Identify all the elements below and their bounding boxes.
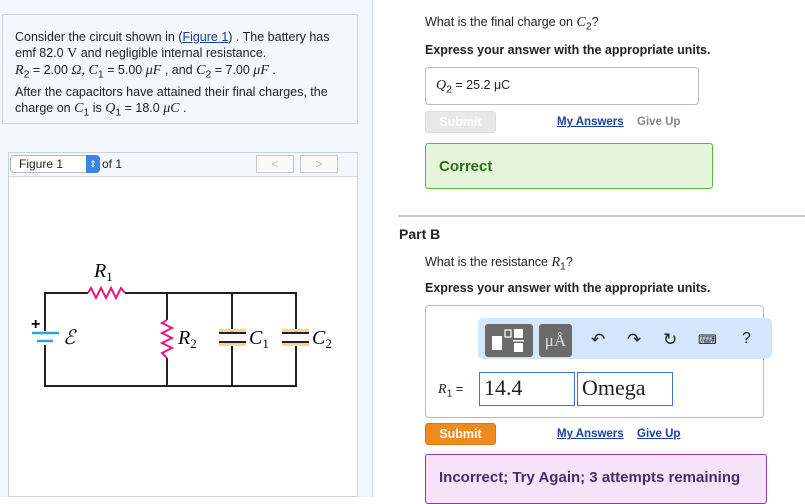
math-toolbar: μÅ ↶ ↷ ↻ ⌨ ?: [478, 318, 772, 359]
keyboard-icon[interactable]: ⌨: [698, 332, 717, 348]
part-a-answer: Q2 = 25.2 μC: [425, 67, 699, 105]
divider: [398, 215, 805, 217]
resistor-r2: [159, 319, 175, 359]
label-emf: ℰ: [63, 327, 77, 349]
answer-value: 25.2 μC: [466, 78, 511, 92]
give-up-link: Give Up: [637, 116, 681, 128]
text: ?: [565, 255, 573, 269]
part-b-instructions: Express your answer with the appropriate…: [425, 281, 711, 295]
text: Ω: [71, 63, 82, 78]
redo-icon[interactable]: ↷: [627, 330, 641, 350]
right-panel: What is the final charge on C2? Express …: [374, 0, 805, 504]
battery: [32, 331, 59, 343]
text: charge on: [15, 100, 75, 115]
text: = 5.00: [103, 63, 146, 77]
problem-statement: Consider the circuit shown in (Figure 1)…: [2, 14, 358, 124]
answer-label: R1 =: [438, 382, 463, 400]
label-r2: R2: [177, 327, 197, 351]
undo-icon[interactable]: ↶: [591, 330, 605, 350]
text: What is the final charge on: [425, 15, 577, 29]
left-panel: Consider the circuit shown in (Figure 1)…: [0, 0, 373, 497]
figure-count: of 1: [102, 157, 123, 171]
text: μC: [163, 100, 180, 116]
unit-input[interactable]: Omega: [577, 372, 673, 406]
resistor-r1: [87, 285, 126, 301]
text: = 2.00: [29, 63, 72, 77]
part-a-question: What is the final charge on C2?: [425, 15, 599, 33]
give-up-link[interactable]: Give Up: [637, 428, 680, 440]
figure-select[interactable]: Figure 1 ⇕: [10, 155, 100, 173]
figure-viewer: Figure 1 ⇕ of 1 < > R1 + ℰ R2 C1 C2: [8, 152, 358, 497]
text: = 18.0: [121, 100, 164, 115]
text: μF: [145, 63, 162, 78]
label-r1: R1: [93, 260, 113, 284]
part-a-instructions: Express your answer with the appropriate…: [425, 43, 711, 57]
text: =: [451, 78, 467, 92]
reset-icon[interactable]: ↻: [663, 330, 677, 350]
figure-toolbar: Figure 1 ⇕ of 1 < >: [9, 153, 357, 177]
figure-link[interactable]: Figure 1: [182, 30, 228, 44]
text: , C: [81, 63, 98, 78]
text: R: [551, 255, 561, 270]
chevron-updown-icon: ⇕: [86, 155, 100, 173]
fraction-template-icon: [492, 329, 524, 352]
label-c1: C1: [249, 327, 269, 351]
submit-button[interactable]: Submit: [425, 423, 496, 445]
units-button[interactable]: μÅ: [539, 324, 572, 357]
help-button[interactable]: ?: [742, 330, 751, 348]
text: V: [67, 46, 78, 61]
answer-editor: μÅ ↶ ↷ ↻ ⌨ ? R1 = 14.4 Omega: [425, 305, 772, 418]
text: and negligible internal resistance.: [77, 46, 267, 60]
text: .: [179, 100, 187, 115]
part-b-question: What is the resistance R1?: [425, 255, 573, 273]
text: μF: [253, 63, 269, 78]
capacitor-c1: [219, 329, 246, 346]
text: Q: [436, 78, 447, 93]
text: emf 82.0: [15, 46, 68, 60]
text: , and: [161, 63, 197, 77]
text: is: [89, 100, 106, 115]
text: .: [268, 63, 276, 77]
capacitor-c2: [282, 329, 309, 346]
prev-figure-button[interactable]: <: [256, 155, 294, 173]
value-input[interactable]: 14.4: [479, 372, 575, 406]
next-figure-button[interactable]: >: [300, 155, 338, 173]
text: C: [576, 15, 586, 30]
templates-button[interactable]: [485, 324, 533, 357]
text: Figure 1: [19, 157, 64, 171]
circuit-diagram: R1 + ℰ R2 C1 C2: [31, 260, 332, 387]
my-answers-link[interactable]: My Answers: [557, 116, 624, 128]
text: What is the resistance: [425, 255, 552, 269]
text: R: [438, 382, 447, 397]
text: ?: [591, 15, 599, 29]
text: After the capacitors have attained their…: [15, 84, 328, 99]
my-answers-link[interactable]: My Answers: [557, 428, 624, 440]
text: Q: [105, 100, 116, 116]
text: =: [452, 382, 464, 396]
label-c2: C2: [312, 327, 332, 351]
text: = 7.00: [211, 63, 254, 77]
submit-button-disabled: Submit: [425, 111, 496, 133]
feedback-correct: Correct: [425, 143, 713, 189]
label-plus: +: [31, 316, 40, 333]
text: ) . The battery has: [228, 30, 330, 44]
part-b-title: Part B: [399, 226, 441, 242]
text: Consider the circuit shown in (: [15, 30, 183, 44]
text: R: [15, 63, 24, 78]
